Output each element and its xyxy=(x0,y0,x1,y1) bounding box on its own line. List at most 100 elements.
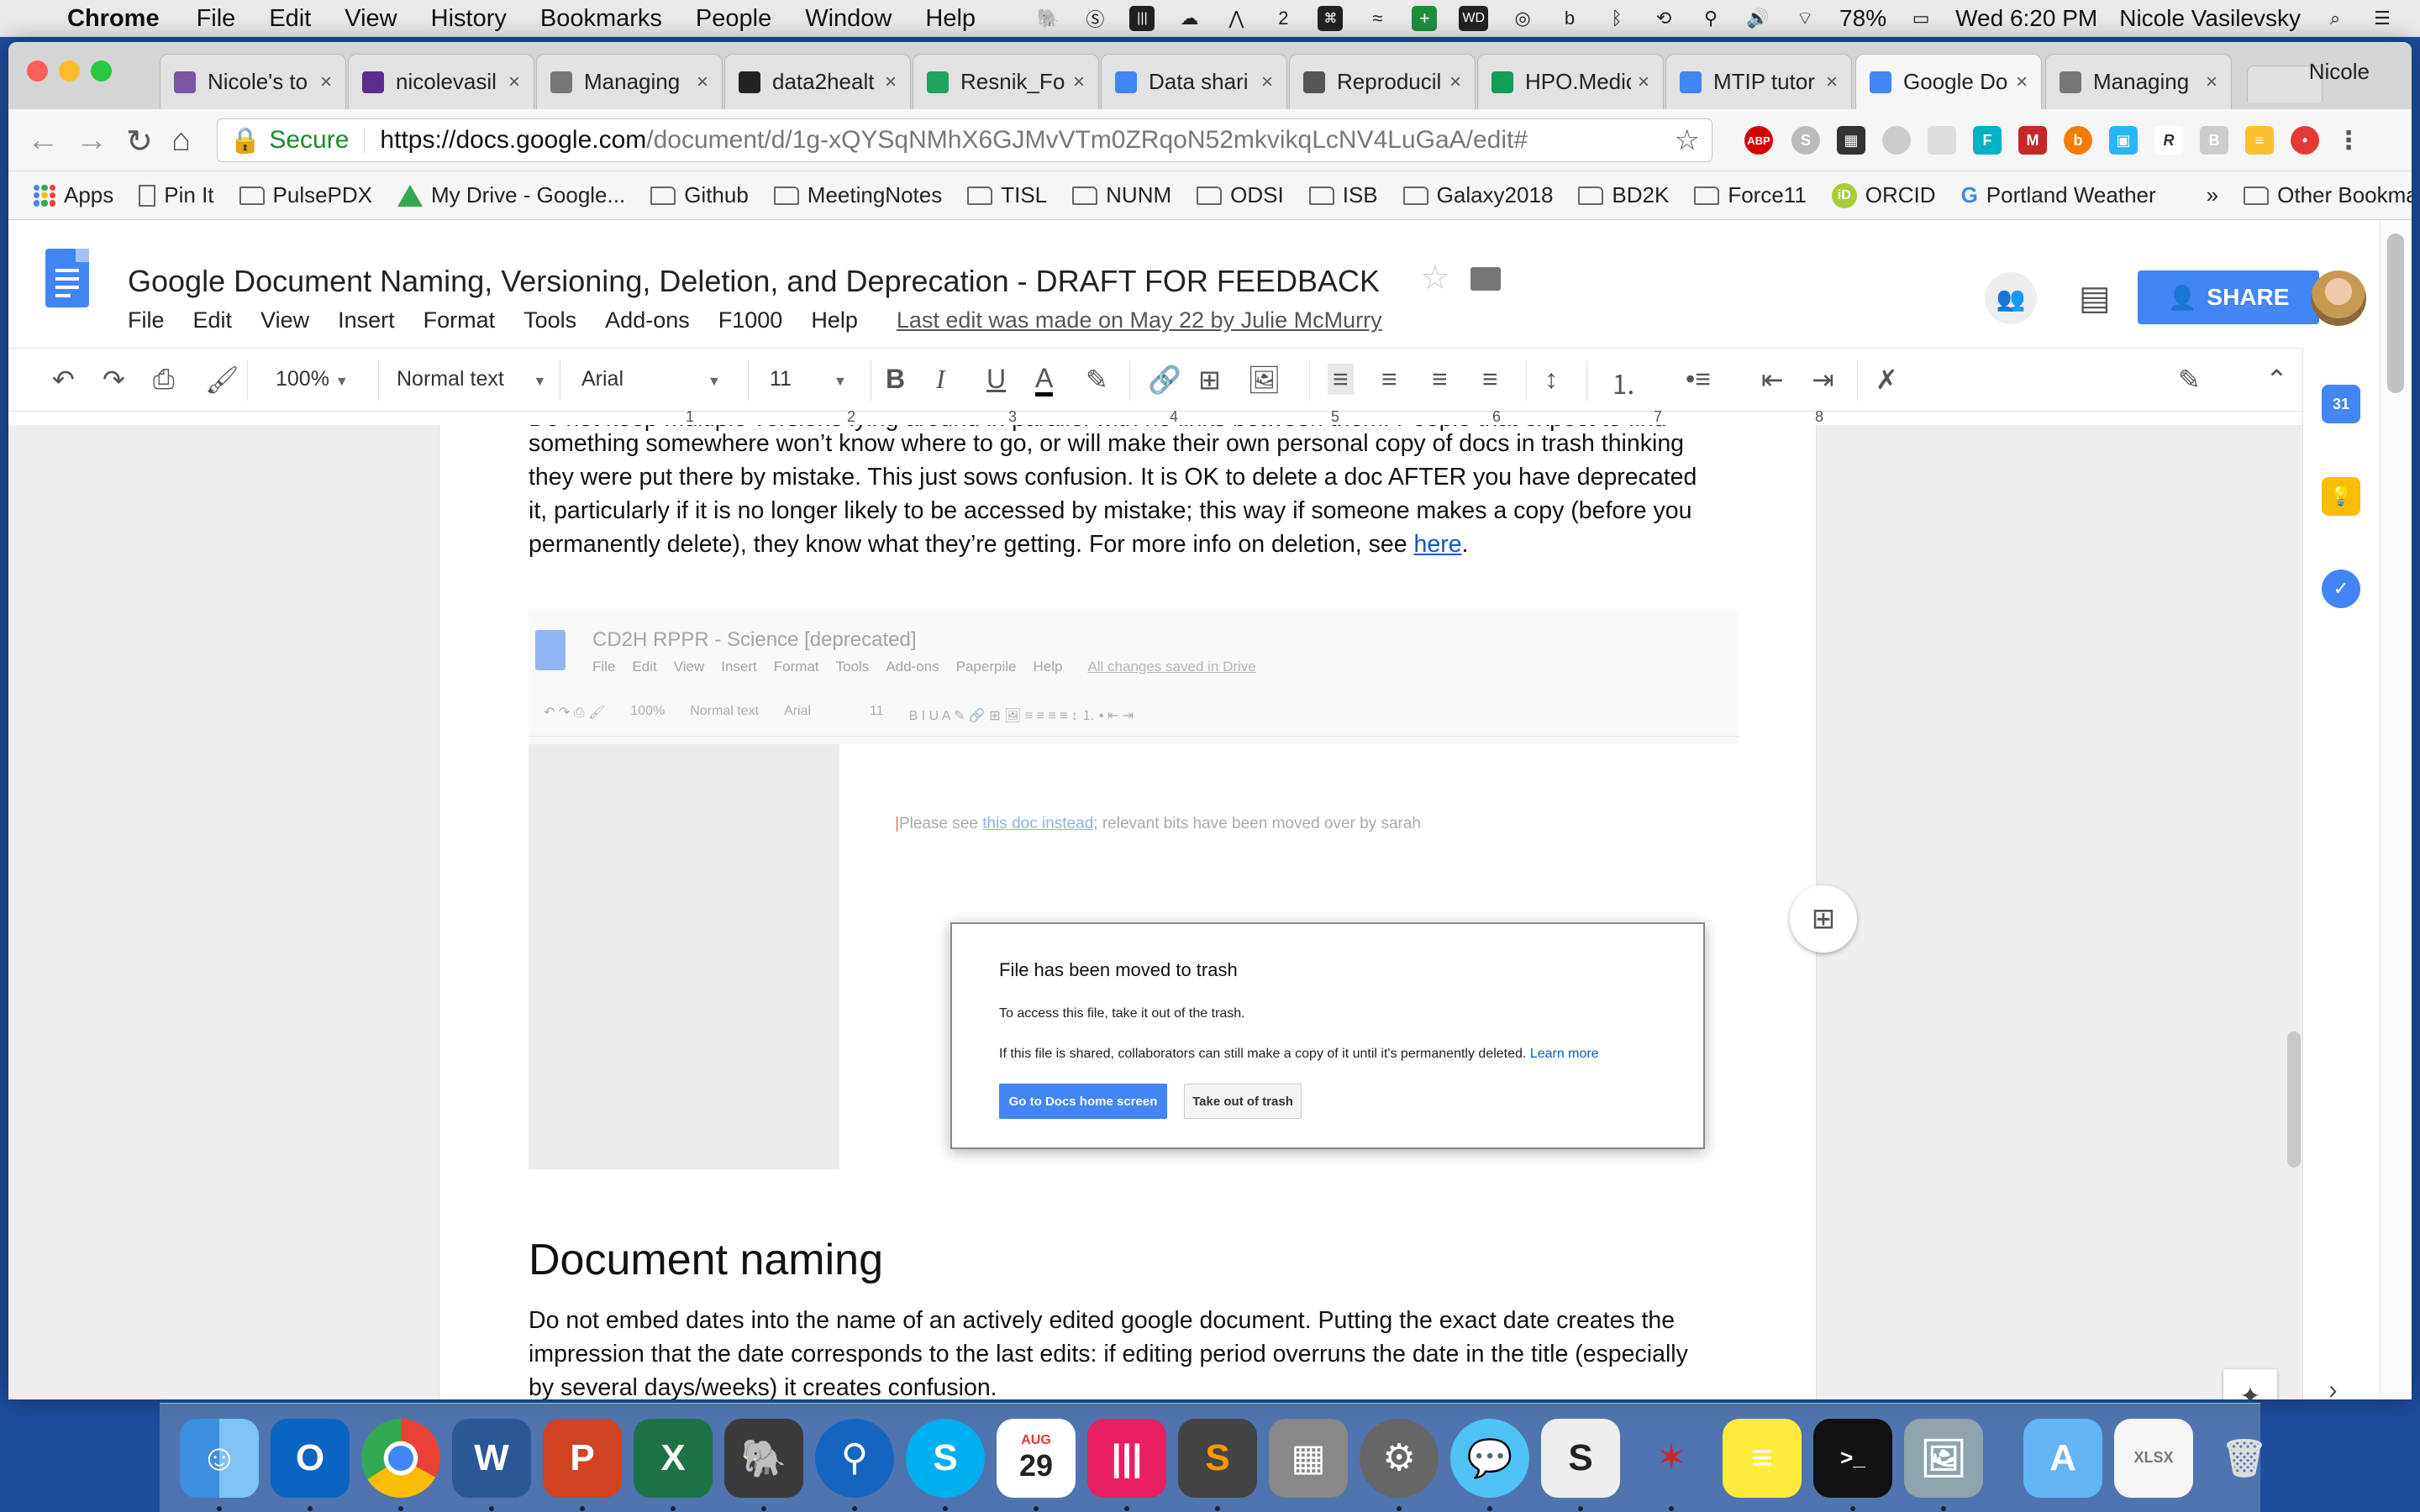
notes-extension-icon[interactable]: ≡ xyxy=(2245,126,2274,155)
insert-image-icon[interactable]: 🖼 xyxy=(1247,364,1281,396)
browser-tab[interactable]: Reproducil × xyxy=(1289,54,1476,109)
bookmark-item[interactable]: MeetingNotes xyxy=(773,182,942,208)
browser-tab[interactable]: nicolevasil × xyxy=(348,54,534,109)
bookmark-item[interactable]: iD ORCID xyxy=(1831,182,1936,208)
bluetooth-icon[interactable]: ᛒ xyxy=(1604,6,1629,31)
comment-extension-icon[interactable] xyxy=(1928,126,1956,155)
align-center-icon[interactable]: ≡ xyxy=(1381,364,1397,395)
app-tray-icon[interactable]: ⌘ xyxy=(1318,6,1344,31)
ruler[interactable]: 1 2 3 4 5 6 7 8 xyxy=(8,408,2294,425)
bookmark-item[interactable]: ISB xyxy=(1308,182,1378,208)
skype-extension-icon[interactable]: S xyxy=(1791,126,1820,155)
calendar-icon[interactable]: 31 xyxy=(2322,385,2360,423)
bookmark-item[interactable]: Force11 xyxy=(1694,182,1807,208)
menu-help[interactable]: Help xyxy=(925,5,976,33)
star-document-icon[interactable]: ☆ xyxy=(1420,259,1450,297)
spotlight-search-icon[interactable]: ⌕ xyxy=(2323,6,2348,31)
docs-menu-format[interactable]: Format xyxy=(424,307,496,333)
calculator-icon[interactable]: ▦ xyxy=(1269,1418,1348,1498)
minimize-window-button[interactable] xyxy=(59,60,80,81)
orange-extension-icon[interactable]: b xyxy=(2064,126,2092,155)
bookmark-star-icon[interactable]: ☆ xyxy=(1675,123,1700,157)
evernote-tray-icon[interactable]: 🐘 xyxy=(1035,6,1060,31)
activity-dashboard-icon[interactable]: 👥 xyxy=(1985,272,2037,324)
excel-icon[interactable]: X xyxy=(634,1418,713,1511)
r-extension-icon[interactable]: R xyxy=(2154,126,2183,155)
bookmarks-overflow-button[interactable]: » xyxy=(2207,182,2218,208)
notification-count-badge[interactable]: 2 xyxy=(1270,6,1296,31)
menu-bookmarks[interactable]: Bookmarks xyxy=(540,5,662,33)
browser-tab[interactable]: Managing × xyxy=(2045,54,2232,109)
print-icon[interactable]: ⎙ xyxy=(153,364,175,396)
share-button[interactable]: 👤 SHARE xyxy=(2138,270,2319,324)
align-right-icon[interactable]: ≡ xyxy=(1432,364,1448,395)
browser-tab[interactable]: data2healt × xyxy=(724,54,911,109)
bookmark-item[interactable]: ODSI xyxy=(1197,182,1284,208)
add-comment-icon[interactable]: ⊞ xyxy=(1198,364,1221,396)
bookmark-item[interactable]: My Drive - Google... xyxy=(397,182,625,208)
profile-name[interactable]: Nicole xyxy=(2309,59,2370,85)
outlook-icon[interactable]: O xyxy=(271,1418,350,1511)
forward-button[interactable]: → xyxy=(76,123,108,159)
docs-menu-edit[interactable]: Edit xyxy=(193,307,233,333)
docs-menu-addons[interactable]: Add-ons xyxy=(605,307,690,333)
waveform-app-icon[interactable]: ||| xyxy=(1087,1418,1166,1511)
notes-icon[interactable]: ≡ xyxy=(1723,1418,1802,1498)
document-page[interactable]: Do not keep multiple versions lying arou… xyxy=(439,425,1817,1399)
tab-close-icon[interactable]: × xyxy=(2016,71,2028,94)
menu-file[interactable]: File xyxy=(197,5,236,33)
highlight-icon[interactable]: ✎ xyxy=(1086,364,1108,396)
bulleted-list-icon[interactable]: •≡ xyxy=(1686,364,1711,395)
powerpoint-icon[interactable]: P xyxy=(543,1418,622,1511)
evernote-icon[interactable]: 🐘 xyxy=(724,1418,803,1511)
link-icon[interactable]: 🔗 xyxy=(1148,364,1181,396)
skype-tray-icon[interactable]: Ⓢ xyxy=(1082,6,1107,31)
font-select[interactable]: Arial ▼ xyxy=(581,367,721,391)
bookmark-item[interactable]: Pin It xyxy=(139,182,214,208)
deletion-info-link[interactable]: here xyxy=(1414,531,1462,558)
b-extension-icon[interactable]: B xyxy=(2200,126,2228,155)
docs-menu-insert[interactable]: Insert xyxy=(338,307,395,333)
plus-tray-icon[interactable]: + xyxy=(1412,6,1438,31)
protege-icon[interactable]: ✶ xyxy=(1632,1419,1711,1511)
docs-menu-file[interactable]: File xyxy=(128,307,165,333)
s-app-icon[interactable]: S xyxy=(1541,1418,1620,1511)
browser-tab[interactable]: Managing × xyxy=(536,54,723,109)
bookmark-item[interactable]: NUNM xyxy=(1072,182,1171,208)
bold-icon[interactable]: B xyxy=(886,364,905,395)
spiral-tray-icon[interactable]: ◎ xyxy=(1510,6,1535,31)
word-icon[interactable]: W xyxy=(452,1418,531,1511)
browser-tab[interactable]: HPO.Medic × xyxy=(1477,54,1664,109)
zoom-select[interactable]: 100% ▼ xyxy=(276,367,349,391)
tab-close-icon[interactable]: × xyxy=(1261,71,1273,94)
app-menu-chrome[interactable]: Chrome xyxy=(67,5,160,33)
tab-close-icon[interactable]: × xyxy=(1449,71,1461,94)
docs-menu-help[interactable]: Help xyxy=(811,307,858,333)
document-title[interactable]: Google Document Naming, Versioning, Dele… xyxy=(128,264,1380,299)
time-machine-icon[interactable]: ⟲ xyxy=(1651,6,1676,31)
messages-icon[interactable]: 💬 xyxy=(1450,1418,1529,1511)
text-color-icon[interactable]: A xyxy=(1035,364,1054,396)
maps-pin-icon[interactable]: ⚲ xyxy=(815,1418,894,1511)
bookmark-item[interactable]: Apps xyxy=(34,182,113,208)
google-docs-logo-icon[interactable] xyxy=(45,249,89,307)
terminal-icon[interactable]: >_ xyxy=(1813,1418,1892,1511)
editing-mode-icon[interactable]: ✎ xyxy=(2178,364,2201,396)
menu-view[interactable]: View xyxy=(345,5,397,33)
floating-add-comment-button[interactable]: ⊞ xyxy=(1790,885,1857,953)
trash-icon[interactable]: 🗑 xyxy=(2205,1419,2284,1498)
undo-icon[interactable]: ↶ xyxy=(52,364,75,396)
docs-menu-tools[interactable]: Tools xyxy=(523,307,576,333)
explore-button[interactable]: ✦ xyxy=(2223,1369,2277,1399)
tab-close-icon[interactable]: × xyxy=(320,71,332,94)
binoculars-icon[interactable]: ⚲ xyxy=(1698,6,1723,31)
comments-icon[interactable]: ▤ xyxy=(2079,279,2111,318)
italic-icon[interactable]: I xyxy=(936,364,945,395)
finder-icon[interactable]: ☺ xyxy=(180,1418,259,1511)
adblock-extension-icon[interactable]: ABP xyxy=(1744,126,1773,155)
lastpass-extension-icon[interactable]: • xyxy=(2291,126,2319,155)
bookmark-item[interactable]: G Portland Weather xyxy=(1961,182,2156,208)
tasks-icon[interactable]: ✓ xyxy=(2322,570,2360,608)
justify-icon[interactable]: ≡ xyxy=(1482,364,1498,395)
skype-icon[interactable]: S xyxy=(906,1418,985,1511)
